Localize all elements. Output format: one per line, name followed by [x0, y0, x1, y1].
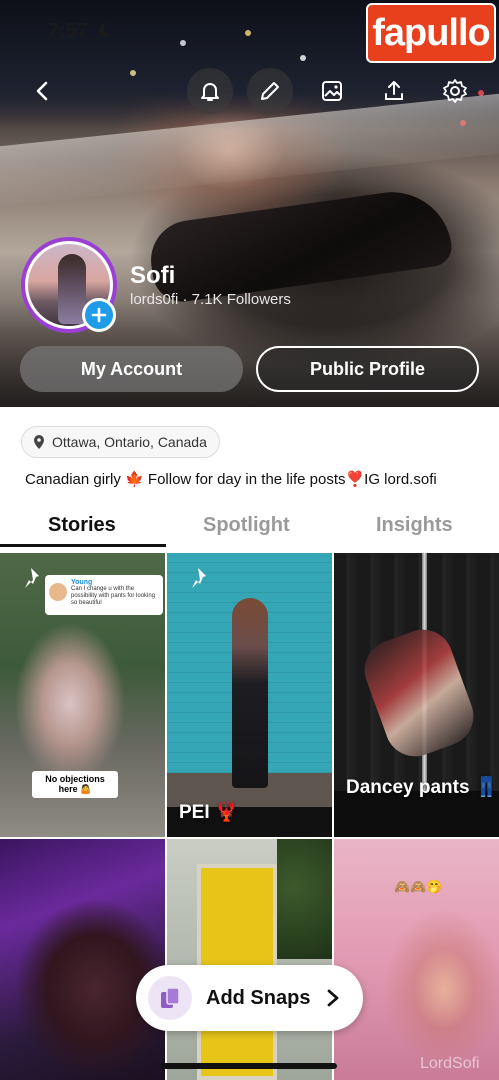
photo-button[interactable] [309, 68, 355, 114]
reply-card: Young Can I change u with the possibilit… [45, 575, 163, 615]
pencil-icon [261, 82, 279, 100]
back-icon [36, 81, 48, 101]
notifications-button[interactable] [187, 68, 233, 114]
pin-icon [192, 568, 206, 588]
city-light [180, 40, 186, 46]
bell-icon [201, 83, 219, 101]
moon-icon [97, 22, 113, 43]
back-button[interactable] [20, 68, 66, 114]
snaps-icon-wrap [148, 976, 192, 1020]
story-tile[interactable] [167, 839, 332, 1080]
city-light [245, 30, 251, 36]
tab-insights[interactable]: Insights [376, 514, 453, 537]
story-tile[interactable]: PEI 🦞 [167, 553, 332, 837]
display-name: Sofi [130, 262, 176, 289]
story-caption: Dancey pants 👖 [346, 777, 499, 798]
snaps-stack-icon [161, 987, 180, 1008]
corner-watermark: LordSofi [420, 1055, 480, 1072]
add-snaps-label: Add Snaps [206, 986, 311, 1009]
image-icon [322, 81, 342, 101]
tile-person [232, 598, 268, 788]
plus-icon [91, 307, 107, 323]
public-profile-button[interactable]: Public Profile [256, 346, 479, 392]
tab-stories[interactable]: Stories [48, 514, 116, 537]
my-account-button[interactable]: My Account [20, 346, 243, 392]
chevron-right-icon [328, 989, 339, 1007]
story-tile[interactable]: Young Can I change u with the possibilit… [0, 553, 165, 837]
location-chip[interactable]: Ottawa, Ontario, Canada [21, 426, 220, 458]
tile-person [356, 621, 482, 765]
watermark-text: fapullo [372, 11, 491, 54]
bio-text: Canadian girly 🍁 Follow for day in the l… [25, 471, 437, 488]
reply-name: Young [71, 579, 93, 586]
home-indicator[interactable] [161, 1063, 337, 1069]
city-light [300, 55, 306, 61]
story-tile[interactable] [0, 839, 165, 1080]
watermark-logo: fapullo [366, 3, 496, 63]
story-tile[interactable]: Dancey pants 👖 [334, 553, 499, 837]
header-photo-detail [145, 184, 455, 306]
profile-tabs: Stories Spotlight Insights [0, 506, 499, 548]
gear-icon [443, 79, 467, 103]
status-time: 7:57 [48, 20, 89, 42]
story-tile[interactable]: 🙈🙈🤭 [334, 839, 499, 1080]
tab-spotlight[interactable]: Spotlight [203, 514, 290, 537]
story-emojis: 🙈🙈🤭 [394, 879, 443, 894]
tile-plant [277, 839, 332, 959]
share-icon [385, 81, 403, 100]
city-light [130, 70, 136, 76]
reply-avatar [49, 583, 67, 601]
share-button[interactable] [371, 68, 417, 114]
settings-button[interactable] [432, 68, 478, 114]
edit-button[interactable] [247, 68, 293, 114]
reply-text: Can I change u with the possibility with… [71, 586, 156, 606]
profile-header: 7:57 fapullo Sofi lords0fi · 7.1K Follow… [0, 0, 499, 407]
active-tab-indicator [0, 544, 166, 547]
location-pin-icon [34, 435, 44, 449]
my-account-label: My Account [80, 358, 183, 379]
location-text: Ottawa, Ontario, Canada [52, 434, 207, 450]
public-profile-label: Public Profile [309, 358, 426, 379]
story-caption: PEI 🦞 [179, 802, 239, 823]
story-note: No objections here 🤷 [32, 771, 118, 798]
username-followers: lords0fi · 7.1K Followers [130, 291, 291, 308]
add-snaps-button[interactable]: Add Snaps [136, 965, 363, 1031]
add-story-button[interactable] [82, 298, 116, 332]
